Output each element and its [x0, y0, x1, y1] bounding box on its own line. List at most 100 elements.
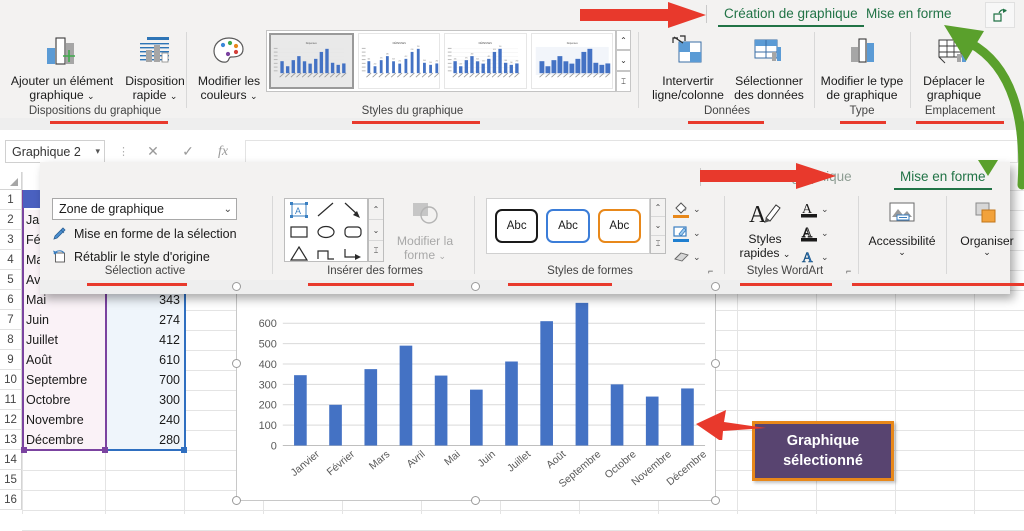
line-icon[interactable] [312, 199, 339, 221]
row-header[interactable]: 11 [0, 390, 22, 410]
row-header[interactable]: 3 [0, 230, 22, 250]
row-header[interactable]: 15 [0, 470, 22, 490]
chevron-down-icon[interactable]: ⌄ [693, 252, 701, 263]
gallery-more-button[interactable]: ⌶ [616, 71, 631, 92]
btn-contour-du-texte[interactable]: A ⌄ [800, 224, 829, 242]
row-header[interactable]: 14 [0, 450, 22, 470]
tab-mise-en-forme[interactable]: Mise en forme [860, 4, 958, 25]
btn-accessibilite[interactable]: Accessibilité ⌄ [864, 200, 940, 257]
chevron-down-icon[interactable]: ⌄ [898, 248, 906, 257]
styles-wordart-dialog-launcher[interactable]: ⌐ [846, 266, 851, 276]
chart-handle-bottom-center[interactable] [471, 496, 480, 505]
btn-effets-sur-la-forme[interactable]: ⌄ [672, 248, 701, 266]
chart-handle-middle-left[interactable] [232, 359, 241, 368]
row-header[interactable]: 13 [0, 430, 22, 450]
cell-value[interactable]: 610 [106, 350, 184, 370]
btn-deplacer-le-graphique[interactable]: Déplacer le graphique [914, 34, 994, 102]
shape-styles-more-button[interactable]: ⌶ [651, 236, 665, 253]
cell-value[interactable]: 412 [106, 330, 184, 350]
cell-value[interactable]: 300 [106, 390, 184, 410]
shape-styles-gallery[interactable]: Abc Abc Abc [486, 198, 650, 254]
chart-style-thumbnail[interactable]: Dépenses [269, 33, 354, 89]
shape-styles-scroll-down-button[interactable]: ⌄ [651, 217, 665, 236]
confirm-entry-icon[interactable]: ✓ [175, 140, 201, 163]
cell-month[interactable]: Août [23, 350, 105, 370]
line-arrow-icon[interactable] [340, 199, 367, 221]
triangle-icon[interactable] [285, 243, 312, 265]
chevron-down-icon[interactable]: ⌄ [224, 204, 232, 215]
shape-style-preset-3[interactable]: Abc [597, 209, 641, 243]
row-header[interactable]: 2 [0, 210, 22, 230]
shape-styles-scroll-up-button[interactable]: ⌃ [651, 199, 665, 218]
connector-elbow-arrow-icon[interactable] [340, 243, 367, 265]
chart-style-thumbnail[interactable]: DÉPENSES 345 200 375 490 343 274 412 610 700 300 24… [444, 33, 527, 89]
chart-handle-top-left[interactable] [232, 282, 241, 291]
cell-value[interactable]: 240 [106, 410, 184, 430]
btn-intervertir-ligne-colonne[interactable]: Intervertir ligne/colonne [646, 34, 730, 102]
btn-modifier-les-couleurs[interactable]: Modifier les couleurs ⌄ [194, 34, 264, 103]
chevron-down-icon[interactable]: ⌄ [983, 248, 991, 257]
btn-mise-en-forme-de-la-selection[interactable]: Mise en forme de la sélection [52, 226, 237, 242]
row-header[interactable]: 4 [0, 250, 22, 270]
chevron-down-icon[interactable]: ⌄ [783, 249, 791, 259]
btn-contour-de-forme[interactable]: ⌄ [672, 224, 701, 242]
chevron-down-icon[interactable]: ⌄ [250, 91, 258, 101]
btn-disposition-rapide[interactable]: Disposition rapide ⌄ [118, 34, 192, 103]
cell-month[interactable]: Novembre [23, 410, 105, 430]
shapes-gallery[interactable]: A [284, 198, 368, 262]
btn-ajouter-un-element-graphique[interactable]: Ajouter un élément graphique ⌄ [8, 34, 116, 103]
chevron-down-icon[interactable]: ⌄ [821, 252, 829, 263]
tab-creation-de-graphique[interactable]: Création de graphique [718, 4, 864, 27]
chart-style-thumbnail[interactable]: Dépenses [530, 33, 613, 89]
chart-style-thumbnail[interactable]: DÉPENSES 345 200 375 490 343 274 412 610 700 300 24… [357, 33, 440, 89]
cell-month[interactable]: Décembre [23, 430, 105, 450]
shapes-scroll-down-button[interactable]: ⌄ [369, 220, 383, 241]
chart-handle-middle-right[interactable] [711, 359, 720, 368]
chart-plot-area[interactable]: 0100200300400500600Janvier Février Mars Avr… [237, 287, 715, 500]
text-box-icon[interactable]: A [285, 199, 312, 221]
cancel-entry-icon[interactable]: ✕ [140, 140, 166, 163]
btn-selectionner-des-donnees[interactable]: Sélectionner des données [730, 34, 808, 102]
btn-remplissage-du-texte[interactable]: A ⌄ [800, 200, 829, 218]
chevron-down-icon[interactable]: ⌄ [693, 228, 701, 239]
selection-handle-bl[interactable] [21, 447, 27, 453]
chart-handle-bottom-left[interactable] [232, 496, 241, 505]
btn-organiser[interactable]: Organiser ⌄ [952, 200, 1022, 257]
tab-mise-en-forme-2[interactable]: Mise en forme [894, 167, 992, 190]
btn-modifier-la-forme[interactable]: Modifier la forme ⌄ [388, 200, 462, 263]
name-box[interactable]: Graphique 2 ▾ [5, 140, 105, 163]
chevron-down-icon[interactable]: ⌄ [821, 204, 829, 215]
shapes-gallery-spinner[interactable]: ⌃ ⌄ ⌶ [368, 198, 384, 262]
btn-styles-rapides-wordart[interactable]: A Styles rapides ⌄ [734, 200, 796, 261]
formula-input[interactable] [245, 140, 1018, 163]
chevron-down-icon[interactable]: ⌄ [170, 91, 178, 101]
row-header[interactable]: 12 [0, 410, 22, 430]
cell-month[interactable]: Juin [23, 310, 105, 330]
row-header[interactable]: 6 [0, 290, 22, 310]
cell-value[interactable]: 274 [106, 310, 184, 330]
chevron-down-icon[interactable]: ⌄ [821, 228, 829, 239]
share-icon[interactable] [985, 2, 1015, 28]
shape-style-preset-1[interactable]: Abc [495, 209, 539, 243]
chart-styles-gallery[interactable]: Dépenses DÉPENSES 345 200 375 490 343 274 412 610… [266, 30, 616, 92]
row-header[interactable]: 10 [0, 370, 22, 390]
chart-handle-top-center[interactable] [471, 282, 480, 291]
chart-object[interactable]: 0 100 200 300 400 500 600 Janvier Février Mars Avr… [236, 286, 716, 501]
btn-retablir-le-style-dorigine[interactable]: Rétablir le style d'origine [52, 249, 210, 265]
btn-effets-du-texte[interactable]: A ⌄ [800, 248, 829, 266]
cell-month[interactable]: Juillet [23, 330, 105, 350]
cell-value[interactable]: 700 [106, 370, 184, 390]
connector-elbow-icon[interactable] [312, 243, 339, 265]
chevron-down-icon[interactable]: ⌄ [693, 204, 701, 215]
gallery-scroll-down-button[interactable]: ⌄ [616, 50, 631, 71]
name-box-chevron-icon[interactable]: ▾ [95, 146, 100, 157]
shapes-more-button[interactable]: ⌶ [369, 241, 383, 261]
styles-de-formes-dialog-launcher[interactable]: ⌐ [708, 266, 713, 276]
shapes-scroll-up-button[interactable]: ⌃ [369, 199, 383, 220]
select-all-corner[interactable] [0, 172, 22, 190]
row-header[interactable]: 7 [0, 310, 22, 330]
selection-handle-bm[interactable] [102, 447, 108, 453]
gallery-scroll-up-button[interactable]: ⌃ [616, 30, 631, 50]
cell-month[interactable]: Septembre [23, 370, 105, 390]
selection-handle-br[interactable] [181, 447, 187, 453]
